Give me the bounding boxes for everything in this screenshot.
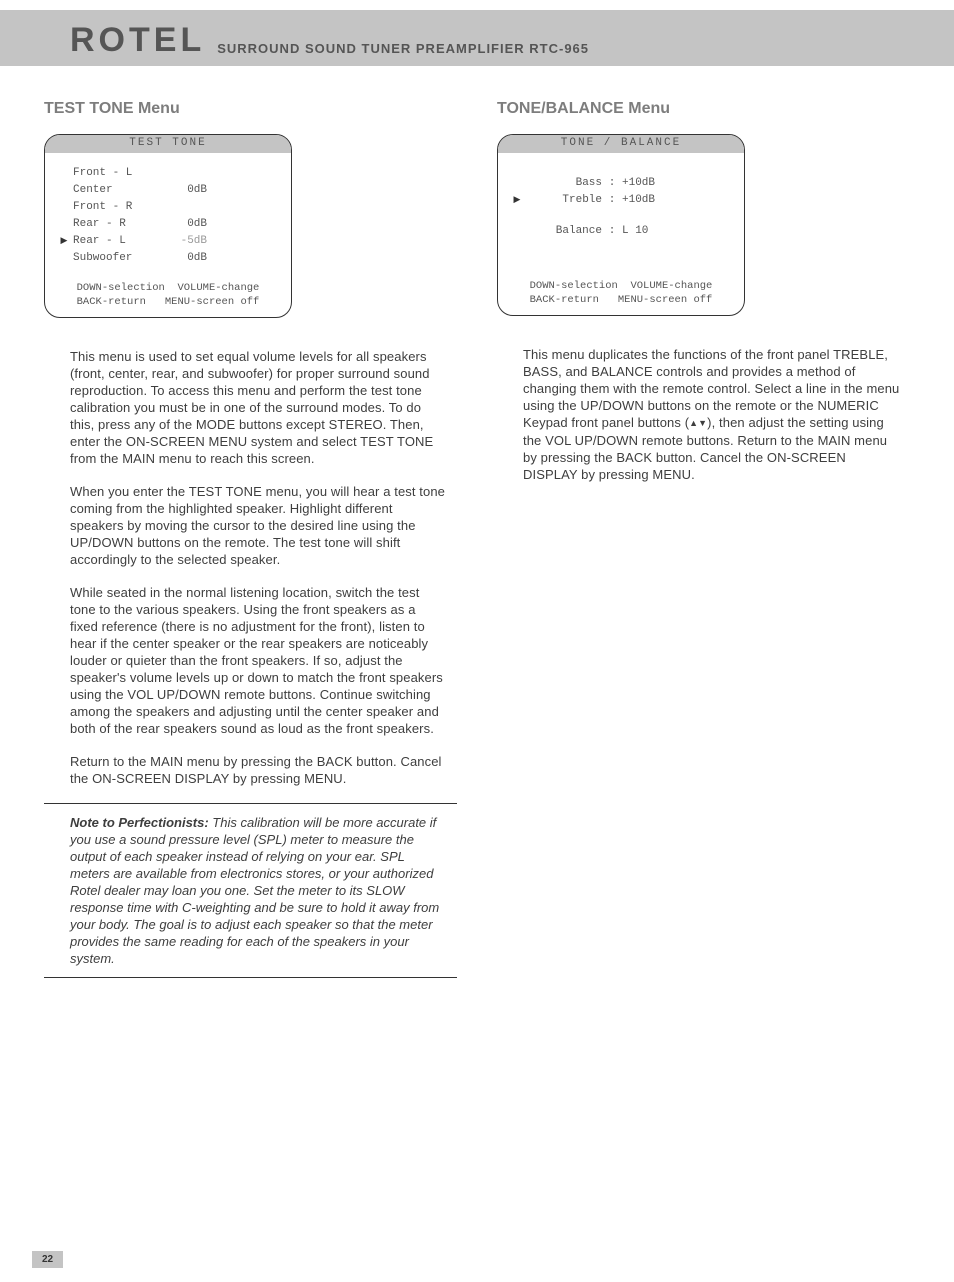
osd-value: 0dB	[157, 250, 207, 267]
paragraph: This menu is used to set equal volume le…	[44, 348, 457, 467]
note-text: Note to Perfectionists: This calibration…	[70, 814, 447, 967]
cursor-icon: ▶	[508, 192, 526, 209]
osd-row: Subwoofer 0dB	[55, 250, 281, 267]
osd-label: Treble	[526, 192, 602, 209]
paragraph: When you enter the TEST TONE menu, you w…	[44, 483, 457, 568]
osd-footer-line: DOWN-selection VOLUME-change	[530, 280, 713, 292]
osd-row: Front - L	[55, 165, 281, 182]
down-triangle-icon: ▼	[698, 415, 707, 432]
osd-label: Subwoofer	[73, 250, 157, 267]
content: TEST TONE Menu TEST TONE Front - L Cente…	[0, 66, 954, 978]
osd-row: ▶ Rear - L -5dB	[55, 233, 281, 250]
osd-label: Balance	[526, 223, 602, 240]
brand-logo: ROTEL	[70, 21, 205, 66]
osd-value: 0dB	[157, 216, 207, 233]
osd-body: Bass : +10dB ▶ Treble : +10dB Balance	[498, 153, 744, 273]
osd-value: +10dB	[622, 192, 672, 209]
osd-row: Balance : L 10	[508, 223, 734, 240]
osd-row: Front - R	[55, 199, 281, 216]
osd-footer: DOWN-selection VOLUME-change BACK-return…	[45, 275, 291, 317]
osd-footer-line: BACK-return MENU-screen off	[77, 296, 260, 308]
osd-value: +10dB	[622, 175, 672, 192]
osd-label: Rear - L	[73, 233, 157, 250]
header-bar: ROTEL SURROUND SOUND TUNER PREAMPLIFIER …	[0, 10, 954, 66]
osd-title: TEST TONE	[45, 135, 291, 153]
section-title-test-tone: TEST TONE Menu	[44, 100, 457, 118]
osd-value: L 10	[622, 223, 672, 240]
paragraph: This menu duplicates the functions of th…	[497, 346, 910, 483]
osd-label: Front - L	[73, 165, 157, 182]
osd-row: Bass : +10dB	[508, 175, 734, 192]
osd-row: Rear - R 0dB	[55, 216, 281, 233]
osd-title: TONE / BALANCE	[498, 135, 744, 153]
osd-test-tone: TEST TONE Front - L Center 0dB Front	[44, 134, 292, 318]
paragraph: Return to the MAIN menu by pressing the …	[44, 753, 457, 787]
osd-row: ▶ Treble : +10dB	[508, 192, 734, 209]
section-title-tone-balance: TONE/BALANCE Menu	[497, 100, 910, 118]
cursor-icon: ▶	[55, 233, 73, 250]
up-triangle-icon: ▲	[689, 415, 698, 432]
osd-footer-line: DOWN-selection VOLUME-change	[77, 282, 260, 294]
osd-footer: DOWN-selection VOLUME-change BACK-return…	[498, 273, 744, 315]
osd-label: Front - R	[73, 199, 157, 216]
osd-tone-balance: TONE / BALANCE Bass : +10dB ▶ Treble : +…	[497, 134, 745, 316]
osd-sep: :	[602, 175, 622, 192]
osd-row: Center 0dB	[55, 182, 281, 199]
page-number: 22	[32, 1251, 63, 1268]
header-title: SURROUND SOUND TUNER PREAMPLIFIER RTC-96…	[217, 41, 589, 66]
osd-value: 0dB	[157, 182, 207, 199]
osd-label: Center	[73, 182, 157, 199]
osd-label: Rear - R	[73, 216, 157, 233]
osd-value: -5dB	[157, 233, 207, 250]
note-body: This calibration will be more accurate i…	[70, 815, 439, 966]
osd-sep: :	[602, 223, 622, 240]
right-column: TONE/BALANCE Menu TONE / BALANCE Bass : …	[497, 100, 910, 978]
note-box: Note to Perfectionists: This calibration…	[44, 803, 457, 978]
osd-body: Front - L Center 0dB Front - R	[45, 153, 291, 275]
paragraph: While seated in the normal listening loc…	[44, 584, 457, 737]
note-label: Note to Perfectionists:	[70, 815, 209, 830]
body-text: This menu duplicates the functions of th…	[497, 346, 910, 483]
page: ROTEL SURROUND SOUND TUNER PREAMPLIFIER …	[0, 10, 954, 1282]
body-text: This menu is used to set equal volume le…	[44, 348, 457, 787]
osd-footer-line: BACK-return MENU-screen off	[530, 294, 713, 306]
osd-label: Bass	[526, 175, 602, 192]
left-column: TEST TONE Menu TEST TONE Front - L Cente…	[44, 100, 457, 978]
osd-sep: :	[602, 192, 622, 209]
